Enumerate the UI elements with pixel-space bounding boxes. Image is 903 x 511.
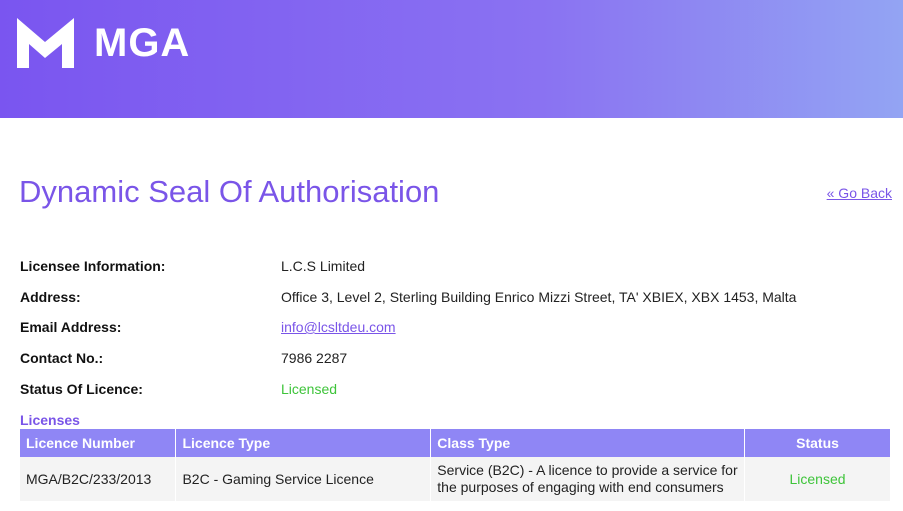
address-value: Office 3, Level 2, Sterling Building Enr… bbox=[281, 289, 797, 305]
email-link[interactable]: info@lcsltdeu.com bbox=[281, 319, 396, 335]
licensee-label: Licensee Information: bbox=[20, 258, 166, 274]
site-header: MGA bbox=[0, 0, 903, 118]
page-title: Dynamic Seal Of Authorisation bbox=[19, 174, 440, 209]
column-header-status: Status bbox=[744, 429, 891, 457]
mga-logo-icon bbox=[17, 18, 74, 68]
column-header-licence-type: Licence Type bbox=[175, 429, 432, 457]
status-label: Status Of Licence: bbox=[20, 381, 143, 397]
class-type-cell: Service (B2C) - A licence to provide a s… bbox=[430, 457, 746, 501]
contact-value: 7986 2287 bbox=[281, 350, 348, 366]
licenses-table: Licence Number Licence Type Class Type S… bbox=[20, 429, 891, 501]
email-label: Email Address: bbox=[20, 319, 122, 335]
licensee-value: L.C.S Limited bbox=[281, 258, 366, 274]
table-row: MGA/B2C/233/2013 B2C - Gaming Service Li… bbox=[20, 457, 891, 501]
address-label: Address: bbox=[20, 289, 81, 305]
mga-logo[interactable]: MGA bbox=[17, 18, 190, 68]
status-cell: Licensed bbox=[744, 457, 891, 501]
column-header-class-type: Class Type bbox=[430, 429, 746, 457]
brand-name: MGA bbox=[94, 21, 191, 65]
licence-number-cell: MGA/B2C/233/2013 bbox=[20, 457, 177, 501]
column-header-licence-number: Licence Number bbox=[20, 429, 177, 457]
go-back-link[interactable]: « Go Back bbox=[827, 185, 892, 201]
contact-label: Contact No.: bbox=[20, 350, 104, 366]
licence-type-cell: B2C - Gaming Service Licence bbox=[175, 457, 432, 501]
status-value: Licensed bbox=[281, 381, 338, 397]
licenses-section-title: Licenses bbox=[20, 412, 80, 428]
table-header-row: Licence Number Licence Type Class Type S… bbox=[20, 429, 891, 457]
